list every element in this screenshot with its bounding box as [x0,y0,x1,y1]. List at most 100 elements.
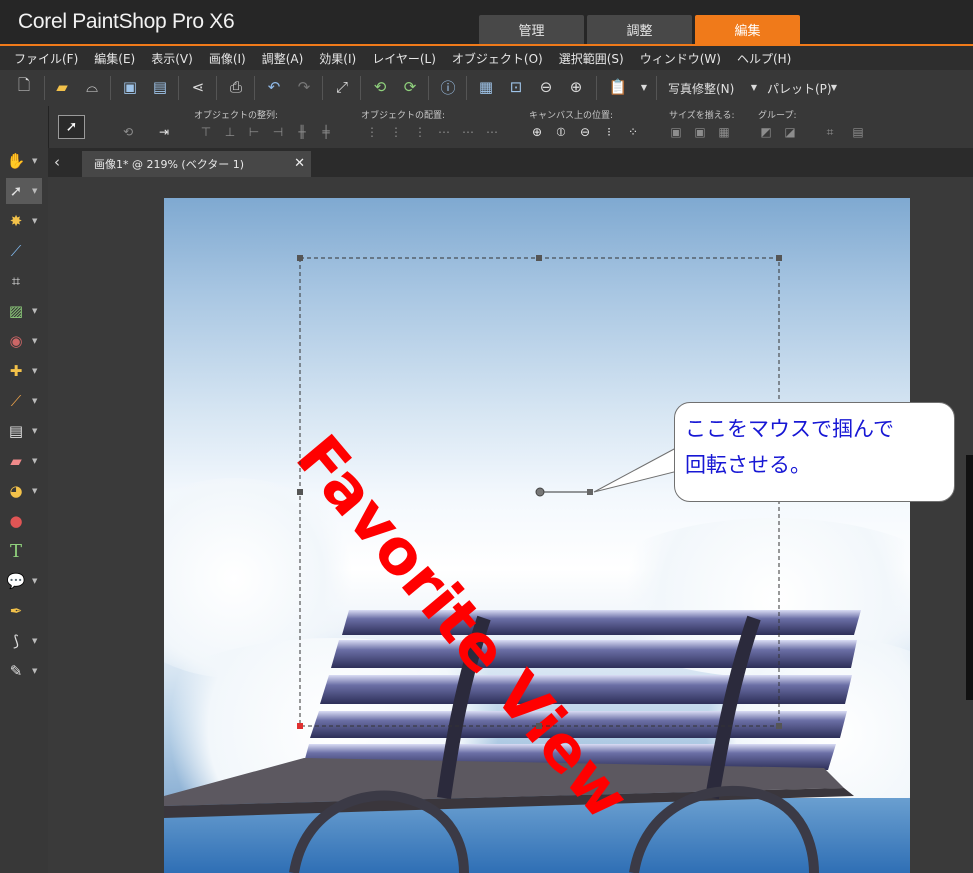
clone-brush-tool[interactable]: ✚ ▼ [6,358,42,384]
distribute-1-icon[interactable]: ⋮ [364,124,380,140]
magic-wand-tool[interactable]: ✸ ▼ [6,208,42,234]
align-right-icon[interactable]: ⊣ [270,124,286,140]
resize-icon[interactable]: ⤢ [332,77,352,97]
eraser-tool[interactable]: ▰ ▼ [6,448,42,474]
match-width-icon[interactable]: ▣ [668,124,684,140]
picture-tube-tool[interactable]: ● [6,508,42,534]
distribute-6-icon[interactable]: ⋯ [484,124,500,140]
align-center-h-icon[interactable]: ╪ [318,124,334,140]
chevron-down-icon[interactable]: ▼ [32,667,37,675]
align-left-icon[interactable]: ⊢ [246,124,262,140]
chevron-down-icon[interactable]: ▼ [634,77,654,97]
menu-edit[interactable]: 編集(E) [86,50,143,67]
zoom-out-icon[interactable]: ⊖ [536,77,556,97]
tab-manage[interactable]: 管理 [479,15,584,44]
info-icon[interactable]: ⓘ [438,77,458,97]
align-top-icon[interactable]: ⊤ [198,124,214,140]
paint-brush-tool[interactable]: ⟋ ▼ [6,388,42,414]
undo-icon[interactable]: ↶ [264,77,284,97]
actual-size-icon[interactable]: ▦ [476,77,496,97]
menu-window[interactable]: ウィンドウ(W) [632,50,729,67]
menu-layers[interactable]: レイヤー(L) [364,50,444,67]
menu-selections[interactable]: 選択範囲(S) [551,50,632,67]
chevron-left-icon[interactable]: ‹ [54,153,60,171]
menu-effects[interactable]: 効果(I) [311,50,364,67]
select-mode-button[interactable]: ➚ [58,115,85,139]
paint-bucket-icon: ◕ [9,482,23,500]
chevron-down-icon[interactable]: ▼ [32,397,37,405]
convert-object-icon[interactable]: ⇥ [156,124,172,140]
print-icon[interactable]: ⎙ [226,77,246,97]
paste-icon[interactable]: 📋 [608,77,628,97]
space-evenly-h-icon[interactable]: ⁝ [601,124,617,140]
distribute-3-icon[interactable]: ⋮ [412,124,428,140]
vertical-center-icon[interactable]: ⊖ [577,124,593,140]
chevron-down-icon[interactable]: ▼ [744,77,764,97]
crop-tool[interactable]: ⌗ [6,268,42,294]
match-height-icon[interactable]: ▣ [692,124,708,140]
object-remover-tool[interactable]: ✎ ▼ [6,658,42,684]
menu-image[interactable]: 画像(I) [201,50,254,67]
photo-fix-menu[interactable]: 写真修整(N) [668,80,734,97]
chevron-down-icon[interactable]: ▼ [32,367,37,375]
space-evenly-v-icon[interactable]: ⁘ [625,124,641,140]
group-icon[interactable]: ◩ [758,124,774,140]
pan-tool[interactable]: ✋ ▼ [6,148,42,174]
ungroup-icon[interactable]: ◪ [782,124,798,140]
pen-tool[interactable]: ✒ [6,598,42,624]
menu-file[interactable]: ファイル(F) [6,50,86,67]
chevron-down-icon[interactable]: ▼ [32,217,37,225]
new-file-icon[interactable]: 🗋 [14,76,34,97]
center-canvas-icon[interactable]: ⊕ [529,124,545,140]
tab-edit[interactable]: 編集 [695,15,800,44]
palette-menu[interactable]: パレット(P) [767,80,832,97]
red-eye-tool[interactable]: ◉ ▼ [6,328,42,354]
chevron-down-icon[interactable]: ▼ [32,187,37,195]
save-icon[interactable]: ▣ [120,77,140,97]
chevron-down-icon[interactable]: ▼ [32,487,37,495]
open-folder-icon[interactable]: ▰ [52,77,72,97]
document-tab[interactable]: 画像1* @ 219% (ベクター 1) ✕ [82,151,311,177]
preset-shape-tool[interactable]: 💬 ▼ [6,568,42,594]
tab-adjust[interactable]: 調整 [587,15,692,44]
chevron-down-icon[interactable]: ▼ [32,307,37,315]
warp-brush-tool[interactable]: ⟆ ▼ [6,628,42,654]
chevron-down-icon[interactable]: ▼ [824,77,844,97]
rotate-left-icon[interactable]: ⟲ [370,77,390,97]
image-canvas[interactable]: Favorite View [164,198,910,873]
save-as-icon[interactable]: ▤ [150,77,170,97]
fit-window-icon[interactable]: ⊡ [506,77,526,97]
distribute-5-icon[interactable]: ⋯ [460,124,476,140]
align-center-v-icon[interactable]: ╫ [294,124,310,140]
redo-icon[interactable]: ↷ [294,77,314,97]
distribute-4-icon[interactable]: ⋯ [436,124,452,140]
menu-adjust[interactable]: 調整(A) [254,50,312,67]
text-tool[interactable]: T [6,538,42,564]
close-icon[interactable]: ✕ [294,156,305,171]
rotate-object-icon[interactable]: ⟲ [120,124,136,140]
horizontal-center-icon[interactable]: ⦶ [553,124,569,140]
chevron-down-icon[interactable]: ▼ [32,337,37,345]
menu-help[interactable]: ヘルプ(H) [729,50,799,67]
layer-object-icon[interactable]: ▤ [850,124,866,140]
dropper-tool[interactable]: ⟋ [6,238,42,264]
menu-view[interactable]: 表示(V) [143,50,201,67]
straighten-tool[interactable]: ▨ ▼ [6,298,42,324]
menu-objects[interactable]: オブジェクト(O) [444,50,551,67]
fill-tool[interactable]: ◕ ▼ [6,478,42,504]
match-both-icon[interactable]: ▦ [716,124,732,140]
chevron-down-icon[interactable]: ▼ [32,577,37,585]
align-bottom-icon[interactable]: ⊥ [222,124,238,140]
rotate-right-icon[interactable]: ⟳ [400,77,420,97]
chevron-down-icon[interactable]: ▼ [32,427,37,435]
share-icon[interactable]: ⋖ [188,77,208,97]
distribute-2-icon[interactable]: ⋮ [388,124,404,140]
pick-tool[interactable]: ➚ ▼ [6,178,42,204]
chevron-down-icon[interactable]: ▼ [32,637,37,645]
chevron-down-icon[interactable]: ▼ [32,457,37,465]
scan-icon[interactable]: ⌓ [82,77,102,97]
edit-path-icon[interactable]: ⌗ [822,124,838,140]
chevron-down-icon[interactable]: ▼ [32,157,37,165]
gradient-tool[interactable]: ▤ ▼ [6,418,42,444]
zoom-in-icon[interactable]: ⊕ [566,77,586,97]
